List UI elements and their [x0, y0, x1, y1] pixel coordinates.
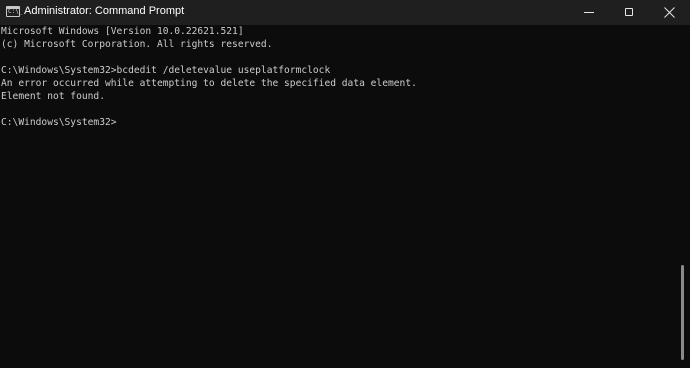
console-line: Element not found. [1, 91, 105, 102]
close-button[interactable] [650, 0, 690, 25]
scrollbar-thumb[interactable] [681, 265, 684, 360]
minimize-icon [584, 12, 594, 13]
window-title: Administrator: Command Prompt [24, 5, 185, 17]
maximize-icon [625, 8, 633, 16]
maximize-button[interactable] [610, 0, 650, 25]
minimize-button[interactable] [570, 0, 610, 25]
console-line: An error occurred while attempting to de… [1, 78, 417, 89]
close-icon [664, 7, 675, 18]
console-line: (c) Microsoft Corporation. All rights re… [1, 39, 273, 50]
command-prompt-line[interactable]: C:\Windows\System32> [1, 116, 676, 129]
title-bar[interactable]: C:\_ Administrator: Command Prompt [0, 0, 690, 25]
console-output[interactable]: Microsoft Windows [Version 10.0.22621.52… [0, 25, 676, 368]
command-prompt-window: C:\_ Administrator: Command Prompt Micro… [0, 0, 690, 368]
console-line: C:\Windows\System32>bcdedit /deletevalue… [1, 65, 331, 76]
console-line: Microsoft Windows [Version 10.0.22621.52… [1, 26, 244, 37]
cmd-icon[interactable]: C:\_ [6, 6, 22, 17]
